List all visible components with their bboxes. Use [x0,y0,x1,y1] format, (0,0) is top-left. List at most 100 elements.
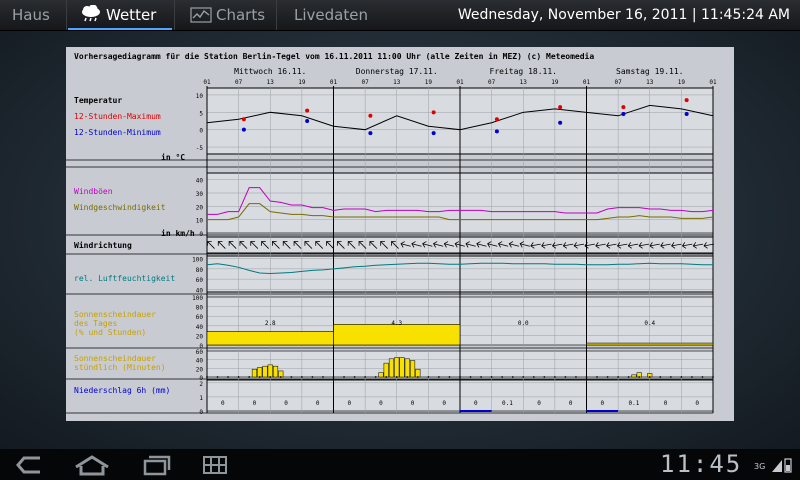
sun-hour-baseline-dot [416,376,419,378]
label-max: 12-Stunden-Maximum [74,112,161,121]
sun-hour-baseline-dot [553,376,556,378]
precip-value: 0.1 [502,400,513,407]
sun-day-value: 0.4 [644,320,655,327]
precip-value: 0 [695,400,699,407]
label-sonne-std: Sonnenscheindauer [74,354,156,363]
sun-hour-baseline-dot [501,376,504,378]
tab-livedaten[interactable]: Livedaten [294,0,368,30]
sun-hour-baseline-dot [227,376,229,378]
day-label: Donnerstag 17.11. [356,67,438,76]
axis-tick-label: 0 [199,128,203,135]
sun-hour-bar [251,368,257,378]
sun-hour-baseline-dot [374,376,377,378]
signal-battery-icon [772,458,792,473]
date-time-display: Wednesday, November 16, 2011 | 11:45:24 … [457,7,790,23]
max-temp-point [431,110,436,115]
sun-hour-baseline-dot [290,376,293,378]
cloud-rain-icon [82,4,100,22]
axis-tick-label: 40 [196,178,204,185]
day-label: Freitag 18.11. [490,67,557,76]
tab-wetter-label: Wetter [106,6,157,24]
label-sonne-tag: Sonnenscheindauer [74,310,156,319]
precip-value: 0 [284,400,288,407]
axis-tick-label: 10 [196,218,204,225]
precip-value: 0 [253,400,257,407]
sun-hour-bar [262,365,268,378]
label-sonne-tag: (% und Stunden) [74,328,146,337]
precip-value: 0 [474,400,478,407]
label-wind-unit: in km/h [161,228,195,238]
tab-wetter[interactable]: Wetter [80,0,156,30]
precip-value: 0 [379,400,383,407]
sun-day-bar [206,331,334,346]
precip-value: 0 [316,400,320,407]
hour-label: 01 [330,79,338,86]
label-sonne-tag: des Tages [74,319,118,328]
home-icon[interactable] [70,449,114,480]
sun-day-value: 2.8 [265,320,276,327]
axis-tick-label: 1 [199,395,203,402]
sun-hour-baseline-dot [279,376,282,378]
sun-day-bar [586,342,714,346]
sun-hour-baseline-dot [216,376,219,378]
sun-hour-baseline-dot [585,376,588,378]
label-windgeschwindigkeit: Windgeschwindigkeit [74,203,166,212]
hour-label: 01 [709,79,717,86]
axis-tick-label: -5 [196,145,204,152]
menu-grid-icon[interactable] [202,449,228,480]
action-bar: Haus Wetter Charts Livedaten Wednesday, … [0,0,800,31]
max-temp-point [494,117,499,122]
hour-label: 01 [583,79,591,86]
tab-charts[interactable]: Charts [190,0,265,30]
sun-hour-baseline-dot [680,376,683,378]
axis-tick-label: 30 [196,191,204,198]
hour-label: 19 [425,79,433,86]
label-niederschlag: Niederschlag 6h (mm) [74,386,170,395]
diagram-header: Vorhersagediagramm für die Station Berli… [74,51,594,61]
sun-hour-baseline-dot [532,376,535,378]
axis-tick-label: 10 [196,93,204,100]
axis-tick-label: 60 [196,349,204,356]
back-icon[interactable] [10,449,50,480]
sun-hour-bar [257,367,263,378]
sun-day-value: 4.3 [391,320,402,327]
hour-label: 13 [393,79,401,86]
precip-value: 0 [664,400,668,407]
sun-hour-baseline-dot [395,376,398,378]
sun-hour-baseline-dot [617,376,620,378]
sun-day-value: 0.0 [518,320,529,327]
sun-hour-baseline-dot [564,376,567,378]
sun-hour-baseline-dot [311,376,314,378]
axis-tick-label: 40 [196,324,204,331]
hour-label: 19 [551,79,559,86]
sun-hour-baseline-dot [385,376,388,378]
min-temp-point [494,129,499,134]
axis-tick-label: 60 [196,314,204,321]
sun-hour-baseline-dot [300,376,303,378]
tab-haus[interactable]: Haus [12,0,50,30]
max-temp-point [621,105,626,110]
sun-hour-baseline-dot [490,376,493,378]
recent-apps-icon[interactable] [136,449,176,480]
sun-hour-baseline-dot [206,376,208,378]
min-temp-point [684,112,689,117]
sun-hour-baseline-dot [269,376,272,378]
precip-value: 0 [537,400,541,407]
sun-hour-baseline-dot [659,376,662,378]
max-temp-point [558,105,563,110]
axis-tick-label: 100 [192,257,203,264]
label-temp-unit: in °C [161,152,185,162]
min-temp-point [305,119,310,123]
sun-hour-baseline-dot [627,376,630,378]
sun-hour-baseline-dot [669,376,672,378]
sun-hour-baseline-dot [459,376,461,378]
precip-value: 0.1 [629,400,640,407]
sun-hour-bar [394,357,400,378]
sun-day-bar [333,324,461,346]
axis-tick-label: 40 [196,287,204,294]
max-temp-point [305,108,310,113]
max-temp-point [684,98,689,103]
hour-label: 07 [615,79,623,86]
sun-hour-bar [278,370,284,378]
sun-hour-baseline-dot [480,376,482,378]
